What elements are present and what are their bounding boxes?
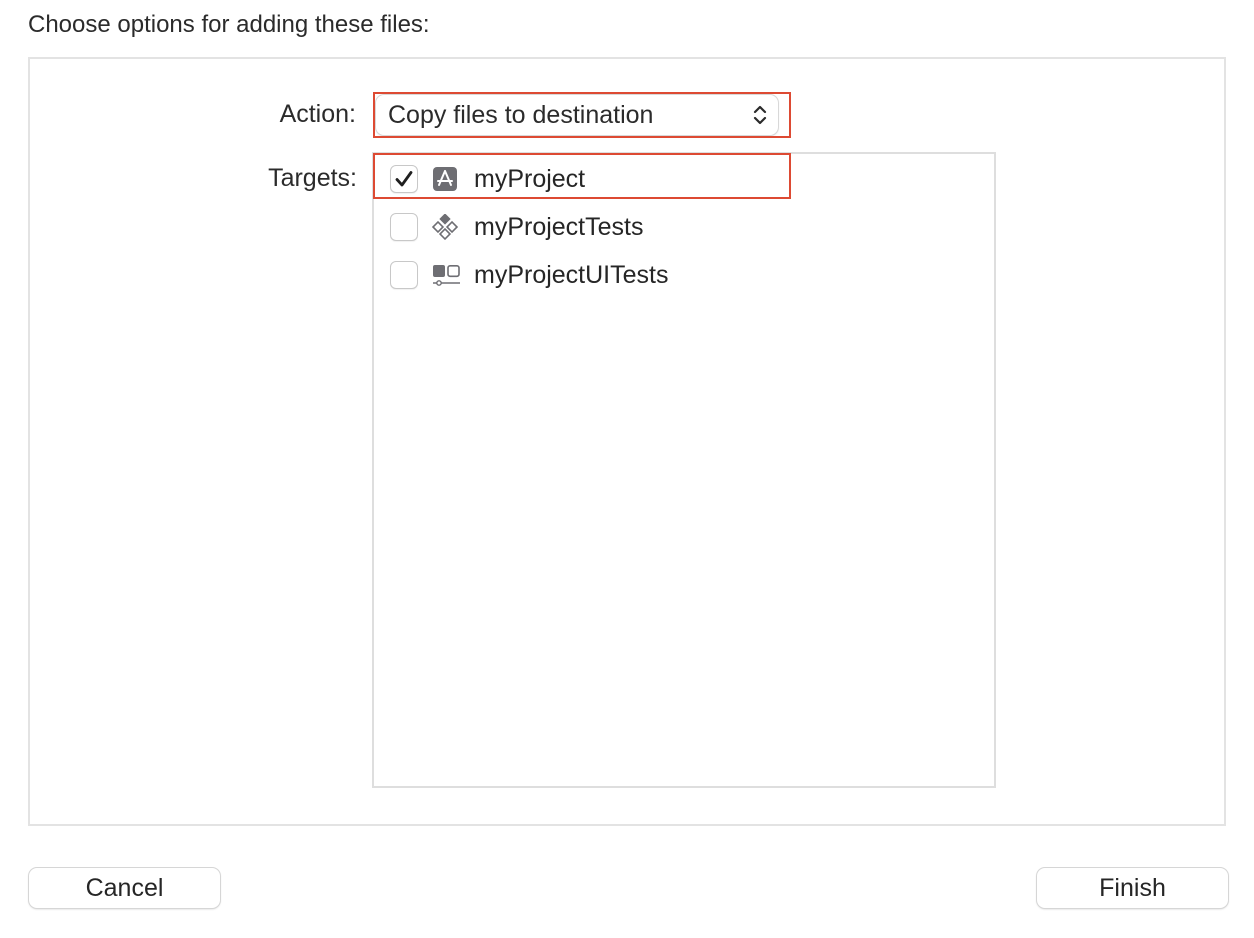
target-name: myProjectUITests	[474, 261, 669, 289]
cancel-button[interactable]: Cancel	[29, 868, 220, 908]
dialog-heading: Choose options for adding these files:	[28, 11, 430, 38]
targets-label: Targets:	[268, 164, 357, 192]
target-checkbox-myprojecttests[interactable]	[390, 213, 418, 241]
target-name: myProject	[474, 165, 586, 193]
add-files-options-dialog: Choose options for adding these files: A…	[0, 0, 1254, 938]
target-checkbox-myproject[interactable]	[390, 165, 418, 193]
target-row-myprojecttests[interactable]: myProjectTests	[388, 211, 948, 243]
checkmark-icon	[395, 171, 413, 187]
unit-test-target-icon	[431, 213, 459, 241]
target-checkbox-myprojectuitests[interactable]	[390, 261, 418, 289]
up-down-chevron-icon	[752, 103, 768, 127]
target-name: myProjectTests	[474, 213, 644, 241]
action-popup-value: Copy files to destination	[388, 101, 654, 129]
target-row-myproject[interactable]: myProject	[388, 163, 948, 195]
app-target-icon	[432, 166, 458, 192]
action-popup-button[interactable]: Copy files to destination	[376, 95, 778, 135]
finish-button[interactable]: Finish	[1037, 868, 1228, 908]
ui-test-target-icon	[432, 262, 460, 288]
action-label: Action:	[279, 100, 356, 128]
target-row-myprojectuitests[interactable]: myProjectUITests	[388, 259, 948, 291]
targets-list[interactable]	[372, 152, 996, 788]
